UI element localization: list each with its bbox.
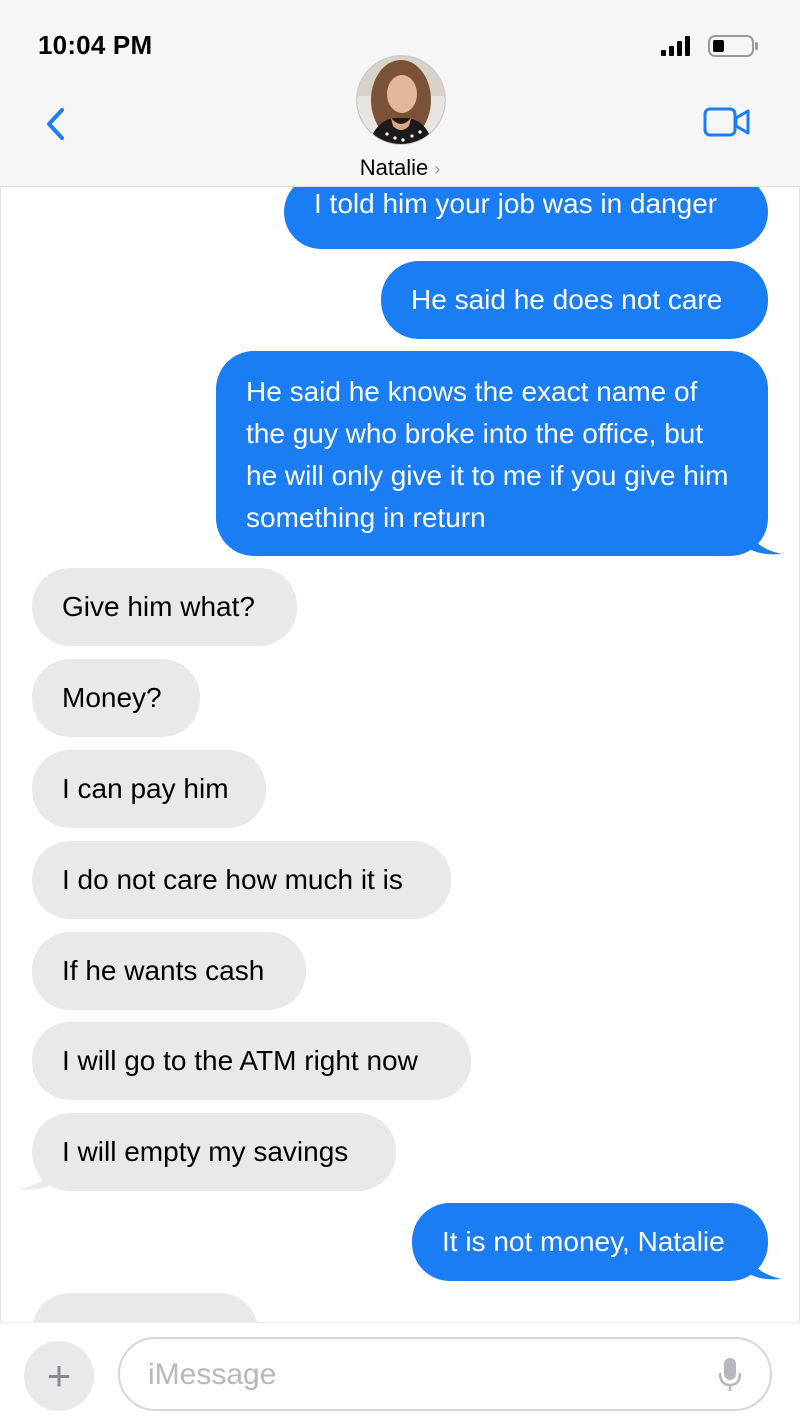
microphone-icon[interactable] (718, 1357, 742, 1393)
conversation-header: 10:04 PM Natalie › (0, 0, 800, 187)
message-text: I do not care how much it is (62, 864, 403, 895)
contact-name[interactable]: Natalie › (0, 155, 800, 181)
signal-bars-icon (661, 36, 690, 56)
bubble-tail (748, 526, 782, 555)
message-text: I told him your job was in danger (314, 188, 718, 219)
message-text: If he wants cash (62, 955, 265, 986)
message-bubble-incoming[interactable]: If he wants cash (32, 932, 306, 1010)
message-bubble-incoming[interactable]: I can pay him (32, 750, 266, 828)
message-bubble-incoming[interactable] (32, 1293, 258, 1322)
video-camera-icon[interactable] (703, 106, 751, 138)
message-bubble-outgoing[interactable]: I told him your job was in danger (284, 187, 768, 249)
message-bubble-outgoing[interactable]: It is not money, Natalie (412, 1203, 768, 1281)
bubble-tail (20, 1161, 54, 1190)
message-text: Give him what? (62, 591, 255, 622)
message-text: Money? (62, 682, 162, 713)
contact-name-label: Natalie (359, 155, 429, 180)
message-text: I can pay him (62, 773, 229, 804)
plus-icon: + (46, 1352, 72, 1399)
avatar-photo (357, 56, 445, 144)
bubble-tail (748, 1251, 782, 1280)
message-text: I will empty my savings (62, 1136, 349, 1167)
message-text: He said he does not care (411, 284, 723, 315)
message-bubble-outgoing[interactable]: He said he knows the exact name of the g… (216, 351, 768, 556)
add-attachment-button[interactable]: + (24, 1341, 94, 1411)
battery-icon (708, 35, 758, 57)
message-bubble-incoming[interactable]: I do not care how much it is (32, 841, 451, 919)
chevron-left-icon[interactable] (42, 106, 72, 142)
message-bubble-outgoing[interactable]: He said he does not care (381, 261, 768, 339)
message-text: I will go to the ATM right now (62, 1045, 418, 1076)
message-bubble-incoming[interactable]: Give him what? (32, 568, 297, 646)
message-thread[interactable]: I told him your job was in danger He sai… (0, 187, 800, 1322)
contact-avatar[interactable] (356, 55, 446, 145)
message-text: It is not money, Natalie (442, 1226, 725, 1257)
message-input[interactable] (146, 1353, 690, 1397)
message-bubble-incoming[interactable]: Money? (32, 659, 200, 737)
compose-bar: + (0, 1322, 800, 1423)
message-bubble-incoming[interactable]: I will empty my savings (32, 1113, 396, 1191)
message-bubble-incoming[interactable]: I will go to the ATM right now (32, 1022, 471, 1100)
chevron-right-icon: › (434, 159, 441, 179)
status-time: 10:04 PM (38, 30, 153, 60)
message-input-container[interactable] (118, 1337, 772, 1411)
message-text: He said he knows the exact name of the g… (246, 376, 729, 533)
